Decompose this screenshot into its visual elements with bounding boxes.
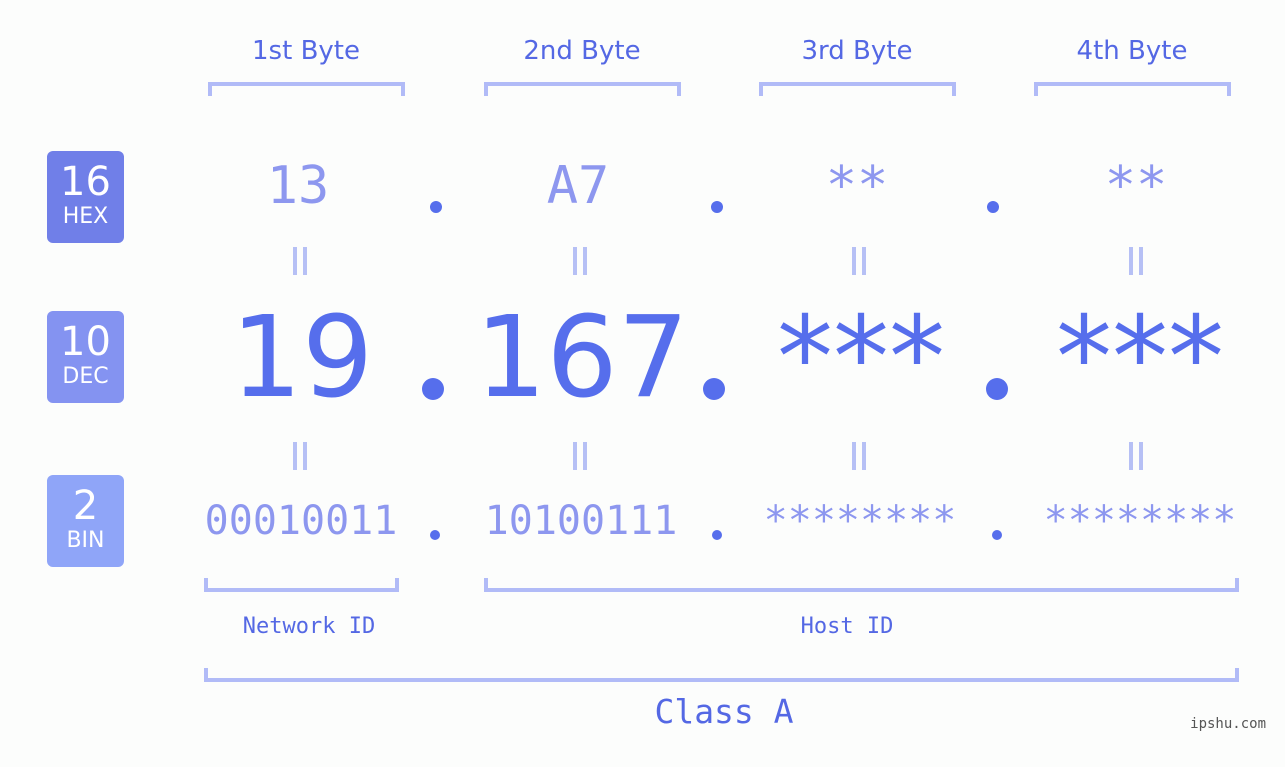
dec-badge: 10 DEC [47, 311, 124, 403]
byte-bracket-1 [208, 82, 405, 96]
bin-byte-4: ******** [1043, 498, 1237, 544]
equals-icon [852, 442, 866, 470]
byte-header-1: 1st Byte [252, 36, 360, 66]
byte-header-4: 4th Byte [1076, 36, 1188, 66]
hex-dot-3 [987, 201, 999, 213]
byte-bracket-4 [1034, 82, 1231, 96]
hex-label: HEX [62, 204, 109, 229]
equals-icon [1129, 247, 1143, 275]
dec-byte-2: 167 [475, 293, 689, 423]
hex-dot-1 [430, 201, 442, 213]
byte-header-3: 3rd Byte [801, 36, 913, 66]
dec-base: 10 [60, 319, 111, 365]
host-id-bracket [484, 578, 1239, 592]
hex-dot-2 [711, 201, 723, 213]
hex-badge: 16 HEX [47, 151, 124, 243]
bin-byte-3: ******** [763, 498, 957, 544]
hex-base: 16 [60, 159, 111, 205]
bin-label: BIN [66, 528, 105, 553]
dec-byte-3: *** [777, 293, 945, 423]
dec-byte-4: *** [1056, 293, 1224, 423]
bin-base: 2 [72, 483, 99, 529]
equals-icon [293, 442, 307, 470]
hex-byte-4: ** [1104, 156, 1168, 216]
bin-byte-2: 10100111 [484, 498, 678, 544]
dec-byte-1: 19 [230, 293, 374, 423]
class-label: Class A [654, 692, 794, 731]
network-id-bracket [204, 578, 399, 592]
byte-bracket-2 [484, 82, 681, 96]
equals-icon [293, 247, 307, 275]
class-bracket [204, 668, 1239, 682]
bin-dot-3 [992, 530, 1002, 540]
dec-dot-3 [986, 378, 1008, 400]
dec-label: DEC [62, 364, 109, 389]
equals-icon [852, 247, 866, 275]
byte-bracket-3 [759, 82, 956, 96]
host-id-label: Host ID [800, 614, 894, 639]
watermark: ipshu.com [1190, 716, 1266, 732]
hex-byte-2: A7 [546, 156, 610, 216]
dec-dot-2 [703, 378, 725, 400]
bin-badge: 2 BIN [47, 475, 124, 567]
hex-byte-3: ** [825, 156, 889, 216]
equals-icon [1129, 442, 1143, 470]
bin-dot-1 [430, 530, 440, 540]
hex-byte-1: 13 [266, 156, 330, 216]
dec-dot-1 [422, 378, 444, 400]
equals-icon [573, 442, 587, 470]
byte-header-2: 2nd Byte [523, 36, 641, 66]
equals-icon [573, 247, 587, 275]
bin-dot-2 [712, 530, 722, 540]
network-id-label: Network ID [242, 614, 376, 639]
bin-byte-1: 00010011 [204, 498, 398, 544]
